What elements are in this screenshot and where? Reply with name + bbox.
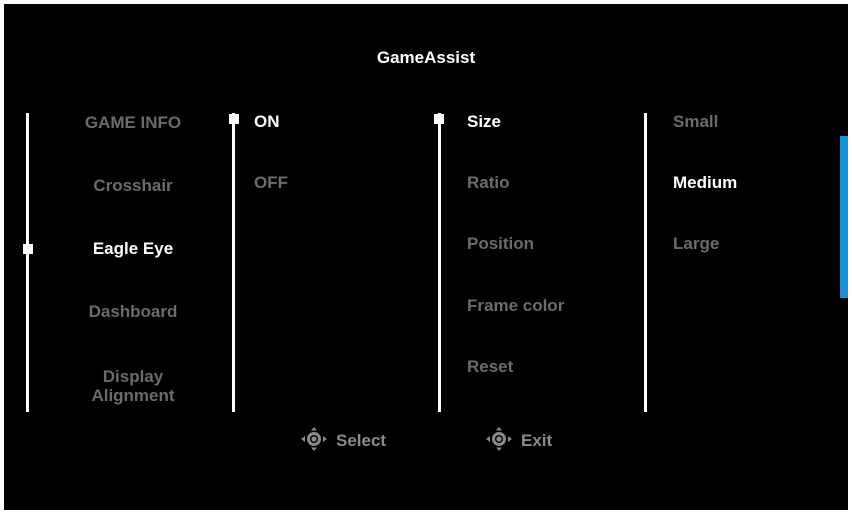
scrollbar[interactable] — [840, 136, 848, 298]
size-option-large[interactable]: Large — [673, 234, 719, 254]
setting-frame-color[interactable]: Frame color — [467, 296, 564, 316]
exit-hint-label: Exit — [521, 431, 553, 450]
main-menu-item-crosshair[interactable]: Crosshair — [53, 176, 213, 196]
joystick-select-icon — [298, 426, 336, 457]
toggle-selection-marker — [229, 114, 239, 124]
joystick-exit-icon — [483, 426, 521, 457]
setting-ratio[interactable]: Ratio — [467, 173, 510, 193]
toggle-menu-divider — [232, 113, 235, 412]
settings-selection-marker — [434, 114, 444, 124]
exit-hint: Exit — [483, 426, 553, 457]
select-hint: Select — [298, 426, 387, 457]
main-menu-item-eagle-eye[interactable]: Eagle Eye — [53, 239, 213, 259]
menu-title: GameAssist — [376, 48, 476, 67]
main-menu-item-dashboard[interactable]: Dashboard — [53, 302, 213, 322]
setting-position[interactable]: Position — [467, 234, 534, 254]
main-menu-selection-marker — [23, 244, 33, 254]
main-menu-divider — [26, 113, 29, 412]
setting-size[interactable]: Size — [467, 112, 501, 132]
toggle-on-option[interactable]: ON — [254, 112, 280, 132]
setting-reset[interactable]: Reset — [467, 357, 513, 377]
main-menu-item-display-alignment[interactable]: Display Alignment — [53, 367, 213, 405]
toggle-off-option[interactable]: OFF — [254, 173, 288, 193]
size-option-small[interactable]: Small — [673, 112, 718, 132]
main-menu-item-game-info[interactable]: GAME INFO — [53, 113, 213, 133]
select-hint-label: Select — [336, 431, 387, 450]
size-option-medium[interactable]: Medium — [673, 173, 737, 193]
settings-menu-divider — [438, 113, 441, 412]
size-options-divider — [644, 113, 647, 412]
